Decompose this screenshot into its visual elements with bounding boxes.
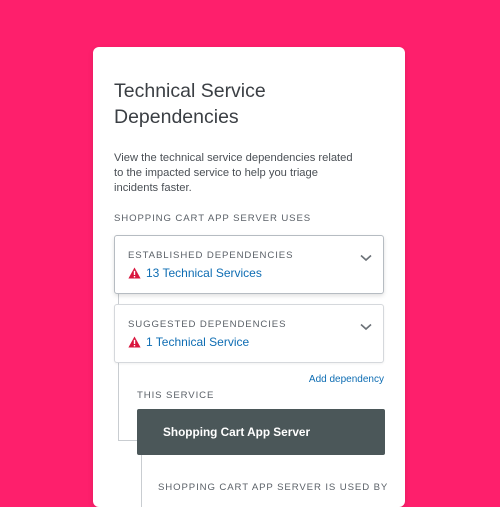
suggested-dependencies-count: 1 Technical Service (146, 335, 250, 349)
chevron-down-icon[interactable] (360, 323, 372, 331)
uses-section-label: SHOPPING CART APP SERVER USES (114, 213, 312, 224)
used-by-section-label: SHOPPING CART APP SERVER IS USED BY (158, 482, 389, 493)
established-dependencies-heading: ESTABLISHED DEPENDENCIES (128, 250, 294, 261)
warning-triangle-icon (128, 267, 141, 279)
chevron-down-icon[interactable] (360, 254, 372, 262)
tree-connector-line (118, 293, 119, 304)
service-name: Shopping Cart App Server (163, 425, 311, 439)
warning-triangle-icon (128, 336, 141, 348)
panel-title: Technical Service Dependencies (114, 80, 266, 128)
suggested-dependencies-dropdown[interactable]: SUGGESTED DEPENDENCIES 1 Technical Servi… (114, 304, 384, 363)
add-dependency-link[interactable]: Add dependency (309, 374, 384, 385)
this-service-label: THIS SERVICE (137, 390, 215, 401)
dependencies-panel: Technical Service Dependencies View the … (93, 47, 405, 507)
tree-connector-line (118, 363, 119, 440)
suggested-dependencies-heading: SUGGESTED DEPENDENCIES (128, 319, 287, 330)
tree-connector-line (141, 455, 142, 507)
established-dependencies-link[interactable]: 13 Technical Services (128, 266, 262, 280)
established-dependencies-count: 13 Technical Services (146, 266, 262, 280)
tree-connector-line (118, 440, 137, 441)
this-service-card[interactable]: Shopping Cart App Server (137, 409, 385, 455)
suggested-dependencies-link[interactable]: 1 Technical Service (128, 335, 249, 349)
panel-description: View the technical service dependencies … (114, 152, 353, 194)
established-dependencies-dropdown[interactable]: ESTABLISHED DEPENDENCIES 13 Technical Se… (114, 235, 384, 294)
